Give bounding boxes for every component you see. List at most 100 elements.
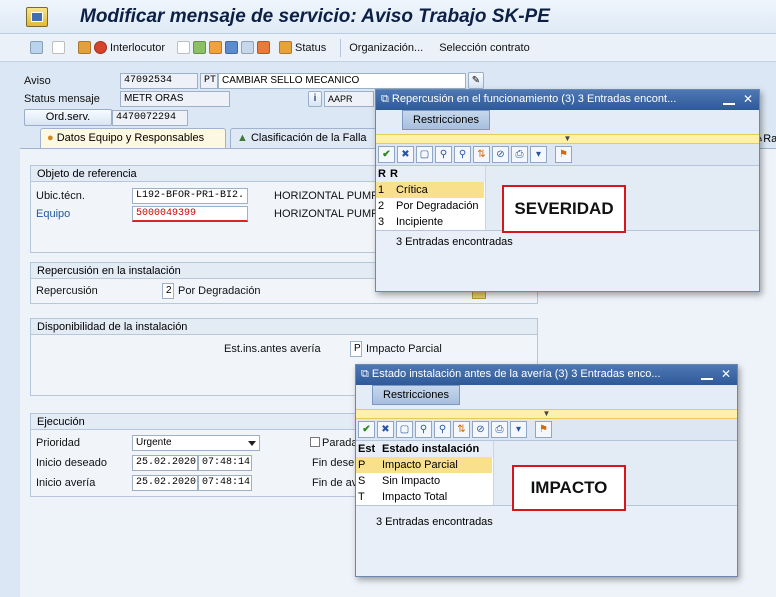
filter-icon[interactable]: ⊘: [472, 421, 489, 438]
document-icon[interactable]: ▢: [416, 146, 433, 163]
row-text: Crítica: [390, 182, 484, 198]
row-code: P: [356, 457, 382, 473]
collapse-arrow-icon: ▼: [542, 409, 551, 418]
list-item[interactable]: 2 Por Degradación: [376, 198, 485, 214]
application-toolbar: Interlocutor Status Organización... Sele…: [0, 34, 776, 62]
partners-icon: [78, 41, 91, 54]
popup-window-icon: ⧉: [361, 368, 369, 380]
print-icon[interactable]: ⎙: [491, 421, 508, 438]
close-icon[interactable]: ✕: [721, 367, 731, 381]
filter-icon[interactable]: ⊘: [492, 146, 509, 163]
est-ins-label: Est.ins.antes avería: [224, 343, 321, 355]
interlocutor-button[interactable]: Interlocutor: [78, 38, 165, 58]
long-text-button[interactable]: ✎: [468, 72, 484, 89]
repercusion-status: 3 Entradas encontradas: [376, 230, 759, 252]
prioridad-value: Urgente: [136, 437, 172, 448]
row-text: Incipiente: [396, 216, 444, 228]
list-item[interactable]: T Impacto Total: [356, 489, 493, 505]
repercusion-code-field[interactable]: 2: [162, 283, 174, 299]
document-icon: [52, 41, 65, 54]
row-code: S: [358, 475, 366, 487]
attachment-icon[interactable]: [241, 41, 255, 54]
info-icon[interactable]: ⚑: [535, 421, 552, 438]
severidad-annotation: SEVERIDAD: [502, 185, 626, 233]
status-info-button[interactable]: i: [308, 91, 322, 107]
workflow-icon[interactable]: [257, 41, 271, 54]
confirm-icon[interactable]: ✔: [358, 421, 375, 438]
status-code-field: AAPR: [324, 91, 374, 107]
confirm-icon[interactable]: ✔: [378, 146, 395, 163]
inicio-deseado-time[interactable]: 07:48:14: [198, 455, 252, 471]
estado-popup-titlebar[interactable]: ⧉ Estado instalación antes de la avería …: [356, 365, 737, 385]
col2-header: R: [390, 168, 398, 180]
sort-icon[interactable]: ⇅: [453, 421, 470, 438]
inicio-deseado-date[interactable]: 25.02.2020: [132, 455, 198, 471]
action-icon[interactable]: [193, 41, 207, 54]
cancel-icon[interactable]: ✖: [377, 421, 394, 438]
tab-datos-equipo-label: Datos Equipo y Responsables: [56, 132, 205, 144]
more-icon[interactable]: ▾: [530, 146, 547, 163]
status-button[interactable]: Status: [279, 38, 326, 58]
repercusion-popup-title: Repercusión en el funcionamiento (3) 3 E…: [391, 93, 677, 105]
app-icon[interactable]: [26, 7, 48, 27]
ubic-tecn-field[interactable]: L192-BFOR-PR1-BI2.: [132, 188, 248, 204]
tab-clasificacion-falla[interactable]: ▲ Clasificación de la Falla: [230, 128, 380, 148]
glasses-icon: [30, 41, 43, 54]
search-help-icon[interactable]: [472, 291, 486, 299]
cancel-icon[interactable]: ✖: [397, 146, 414, 163]
find-next-icon[interactable]: ⚲: [434, 421, 451, 438]
aviso-description-field[interactable]: CAMBIAR SELLO MECANICO: [218, 73, 466, 89]
repercusion-value: Por Degradación: [178, 285, 261, 297]
collapse-strip[interactable]: ▼: [356, 409, 737, 419]
interlocutor-label: Interlocutor: [110, 41, 166, 54]
document-icon[interactable]: ▢: [396, 421, 413, 438]
row-code: 1: [376, 182, 390, 198]
aviso-label: Aviso: [24, 75, 51, 87]
est-ins-code-field[interactable]: P: [350, 341, 362, 357]
ord-serv-button[interactable]: Ord.serv.: [24, 109, 112, 126]
other-notification-button[interactable]: [52, 38, 68, 58]
equipo-field[interactable]: 5000049399: [132, 206, 248, 222]
organizacion-button[interactable]: Organización...: [349, 38, 423, 58]
list-header: R R: [376, 166, 485, 182]
close-icon[interactable]: ✕: [743, 92, 753, 106]
prioridad-dropdown[interactable]: Urgente: [132, 435, 260, 451]
list-header: Est Estado instalación: [356, 441, 493, 457]
restricciones-tab[interactable]: Restricciones: [402, 110, 491, 130]
repercusion-popup-titlebar[interactable]: ⧉ Repercusión en el funcionamiento (3) 3…: [376, 90, 759, 110]
list-item[interactable]: P Impacto Parcial: [356, 457, 493, 473]
parada-checkbox[interactable]: Parada: [310, 437, 357, 449]
row-text: Impacto Parcial: [382, 457, 492, 473]
filter-icon[interactable]: [225, 41, 239, 54]
print-icon[interactable]: ⎙: [511, 146, 528, 163]
dropdown-arrow-icon: [248, 441, 256, 446]
repercusion-label: Repercusión: [36, 285, 98, 297]
find-icon[interactable]: ⚲: [415, 421, 432, 438]
find-icon[interactable]: ⚲: [435, 146, 452, 163]
estado-list: Est Estado instalación P Impacto Parcial …: [356, 441, 494, 505]
info-icon[interactable]: ⚑: [555, 146, 572, 163]
seleccion-contrato-button[interactable]: Selección contrato: [439, 38, 530, 58]
impacto-annotation: IMPACTO: [512, 465, 626, 511]
equipo-description: HORIZONTAL PUMPI: [274, 208, 382, 220]
fin-deseado-label: Fin dese: [312, 457, 355, 469]
display-change-button[interactable]: [30, 38, 46, 58]
minimize-icon[interactable]: [701, 368, 713, 380]
tab-datos-equipo[interactable]: ● Datos Equipo y Responsables: [40, 128, 226, 148]
object-icon[interactable]: [209, 41, 223, 54]
sort-icon[interactable]: ⇅: [473, 146, 490, 163]
collapse-strip[interactable]: ▼: [376, 134, 759, 144]
list-item[interactable]: 1 Crítica: [376, 182, 485, 198]
disponibilidad-title: Disponibilidad de la instalación: [31, 319, 537, 335]
list-icon[interactable]: [177, 41, 191, 54]
inicio-averia-time[interactable]: 07:48:14: [198, 475, 252, 491]
restricciones-tab[interactable]: Restricciones: [372, 385, 461, 405]
list-item[interactable]: 3 Incipiente: [376, 214, 485, 230]
list-item[interactable]: S Sin Impacto: [356, 473, 493, 489]
fin-averia-label: Fin de av: [312, 477, 358, 489]
find-next-icon[interactable]: ⚲: [454, 146, 471, 163]
aviso-number-field: 47092534: [120, 73, 198, 89]
inicio-averia-date[interactable]: 25.02.2020: [132, 475, 198, 491]
more-icon[interactable]: ▾: [510, 421, 527, 438]
minimize-icon[interactable]: [723, 93, 735, 105]
